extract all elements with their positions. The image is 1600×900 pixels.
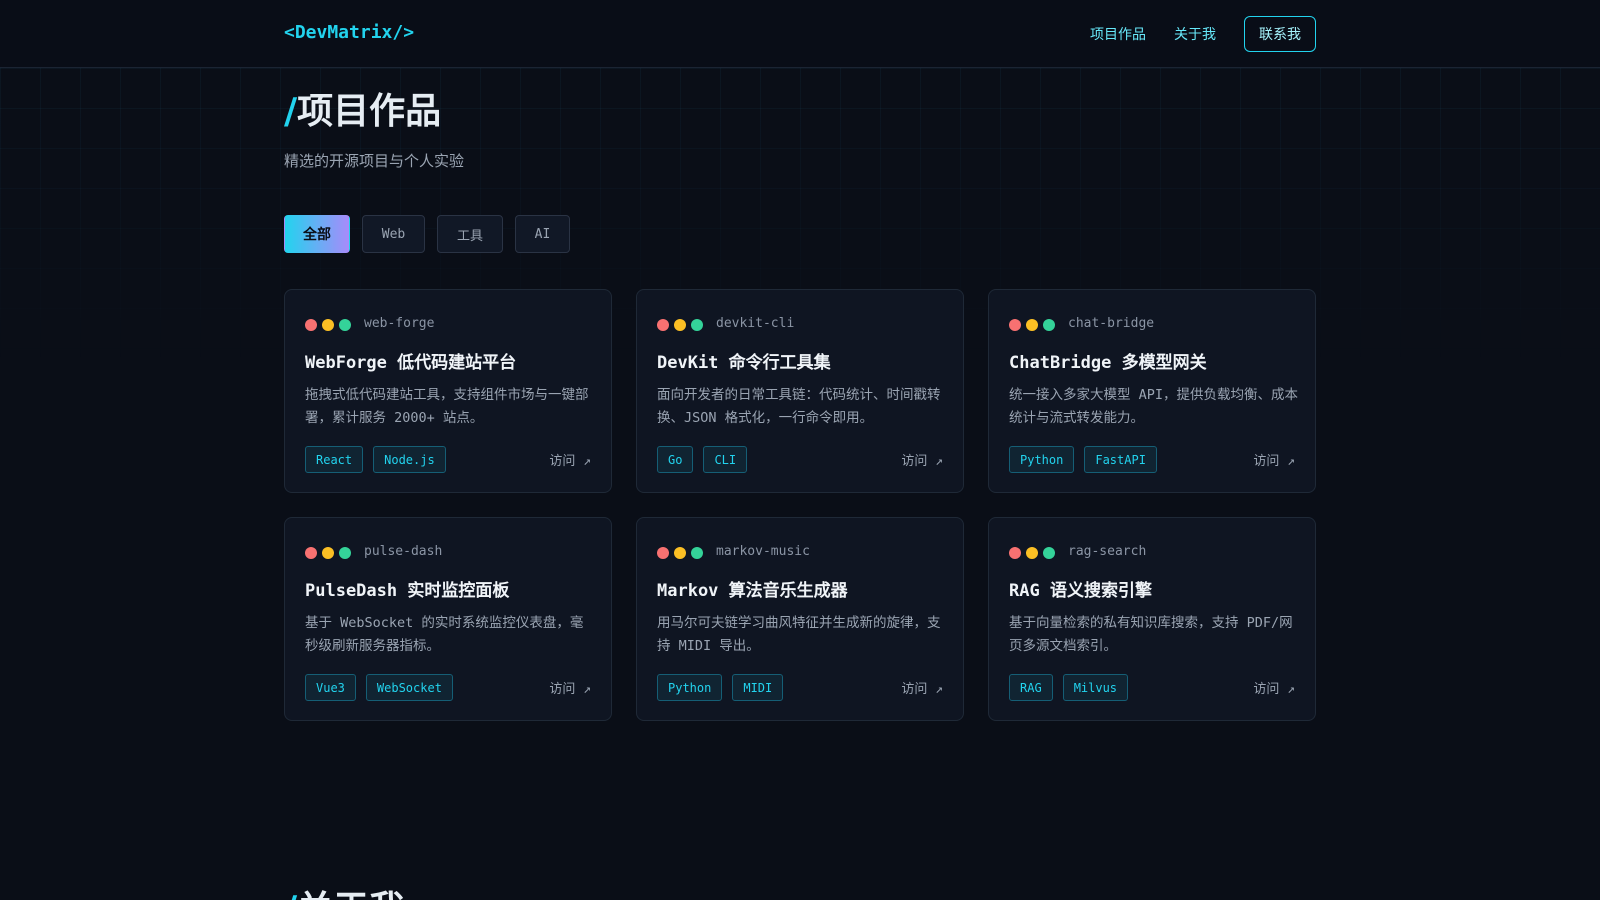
title-slash: / — [284, 91, 298, 132]
yellow-dot-icon — [322, 547, 334, 559]
title-slash: / — [284, 889, 297, 900]
window-dots — [305, 319, 351, 331]
green-dot-icon — [1043, 547, 1055, 559]
project-tags: Go CLI — [657, 446, 748, 473]
project-description: 拖拽式低代码建站工具，支持组件市场与一键部署，累计服务 2000+ 站点。 — [305, 387, 589, 426]
project-title: DevKit 命令行工具集 — [657, 353, 831, 373]
project-title: ChatBridge 多模型网关 — [1009, 353, 1207, 373]
filter-ai[interactable]: AI — [515, 215, 570, 253]
project-slug: web-forge — [364, 316, 435, 331]
project-title: WebForge 低代码建站平台 — [305, 353, 517, 373]
green-dot-icon — [339, 547, 351, 559]
nav-link-about[interactable]: 关于我 — [1174, 24, 1216, 44]
tech-tag: Go — [657, 446, 694, 473]
tech-tag: CLI — [703, 446, 748, 473]
green-dot-icon — [691, 547, 703, 559]
project-tags: Python MIDI — [657, 674, 784, 701]
projects-section-title: /项目作品 — [284, 82, 441, 134]
about-section-title: /关于我 — [284, 880, 405, 900]
red-dot-icon — [1009, 547, 1021, 559]
tech-tag: Python — [657, 674, 723, 701]
project-tags: React Node.js — [305, 446, 446, 473]
window-dots — [305, 547, 351, 559]
project-description: 基于向量检索的私有知识库搜索，支持 PDF/网页多源文档索引。 — [1009, 615, 1293, 654]
visit-link[interactable]: 访问 ↗ — [549, 678, 591, 697]
yellow-dot-icon — [1026, 319, 1038, 331]
yellow-dot-icon — [1026, 547, 1038, 559]
red-dot-icon — [657, 547, 669, 559]
site-logo[interactable]: <DevMatrix/> — [284, 22, 414, 43]
project-description: 面向开发者的日常工具链：代码统计、时间戳转换、JSON 格式化，一行命令即用。 — [657, 387, 941, 426]
project-slug: chat-bridge — [1068, 316, 1155, 331]
tech-tag: FastAPI — [1084, 446, 1157, 473]
visit-link[interactable]: 访问 ↗ — [901, 450, 943, 469]
window-dots — [1009, 319, 1055, 331]
projects-section-subtitle: 精选的开源项目与个人实验 — [284, 152, 465, 170]
tech-tag: Vue3 — [305, 674, 356, 701]
window-dots — [1009, 547, 1055, 559]
tech-tag: RAG — [1009, 674, 1053, 701]
yellow-dot-icon — [674, 547, 686, 559]
project-tags: RAG Milvus — [1009, 674, 1129, 701]
tech-tag: Milvus — [1062, 674, 1129, 701]
tech-tag: Node.js — [373, 446, 446, 473]
visit-link[interactable]: 访问 ↗ — [1253, 678, 1295, 697]
title-text: 关于我 — [297, 889, 405, 900]
green-dot-icon — [339, 319, 351, 331]
project-card[interactable]: rag-search RAG 语义搜索引擎 基于向量检索的私有知识库搜索，支持 … — [988, 517, 1316, 721]
filter-tools[interactable]: 工具 — [437, 215, 503, 253]
visit-link[interactable]: 访问 ↗ — [901, 678, 943, 697]
filter-all[interactable]: 全部 — [284, 215, 350, 253]
project-card[interactable]: devkit-cli DevKit 命令行工具集 面向开发者的日常工具链：代码统… — [636, 289, 964, 493]
project-slug: pulse-dash — [364, 544, 443, 559]
project-slug: markov-music — [716, 544, 810, 559]
red-dot-icon — [657, 319, 669, 331]
filter-web[interactable]: Web — [362, 215, 425, 253]
green-dot-icon — [691, 319, 703, 331]
project-title: RAG 语义搜索引擎 — [1009, 581, 1152, 601]
project-description: 基于 WebSocket 的实时系统监控仪表盘，毫秒级刷新服务器指标。 — [305, 615, 584, 654]
project-description: 统一接入多家大模型 API，提供负载均衡、成本统计与流式转发能力。 — [1009, 387, 1299, 426]
yellow-dot-icon — [674, 319, 686, 331]
yellow-dot-icon — [322, 319, 334, 331]
tech-tag: MIDI — [732, 674, 784, 701]
project-title: PulseDash 实时监控面板 — [305, 581, 510, 601]
visit-link[interactable]: 访问 ↗ — [549, 450, 591, 469]
nav-link-projects[interactable]: 项目作品 — [1090, 24, 1146, 44]
tech-tag: React — [305, 446, 364, 473]
green-dot-icon — [1043, 319, 1055, 331]
window-dots — [657, 547, 703, 559]
project-card[interactable]: web-forge WebForge 低代码建站平台 拖拽式低代码建站工具，支持… — [284, 289, 612, 493]
project-card[interactable]: markov-music Markov 算法音乐生成器 用马尔可夫链学习曲风特征… — [636, 517, 964, 721]
red-dot-icon — [305, 547, 317, 559]
project-tags: Vue3 WebSocket — [305, 674, 453, 701]
red-dot-icon — [1009, 319, 1021, 331]
project-slug: rag-search — [1068, 544, 1147, 559]
project-card[interactable]: chat-bridge ChatBridge 多模型网关 统一接入多家大模型 A… — [988, 289, 1316, 493]
project-description: 用马尔可夫链学习曲风特征并生成新的旋律，支持 MIDI 导出。 — [657, 615, 941, 654]
contact-button[interactable]: 联系我 — [1244, 16, 1316, 52]
project-card[interactable]: pulse-dash PulseDash 实时监控面板 基于 WebSocket… — [284, 517, 612, 721]
red-dot-icon — [305, 319, 317, 331]
project-title: Markov 算法音乐生成器 — [657, 581, 848, 601]
site-header: <DevMatrix/> 项目作品 关于我 联系我 — [0, 0, 1600, 68]
project-tags: Python FastAPI — [1009, 446, 1157, 473]
tech-tag: Python — [1009, 446, 1075, 473]
project-slug: devkit-cli — [716, 316, 795, 331]
window-dots — [657, 319, 703, 331]
title-text: 项目作品 — [297, 91, 442, 132]
tech-tag: WebSocket — [365, 674, 453, 701]
visit-link[interactable]: 访问 ↗ — [1253, 450, 1295, 469]
